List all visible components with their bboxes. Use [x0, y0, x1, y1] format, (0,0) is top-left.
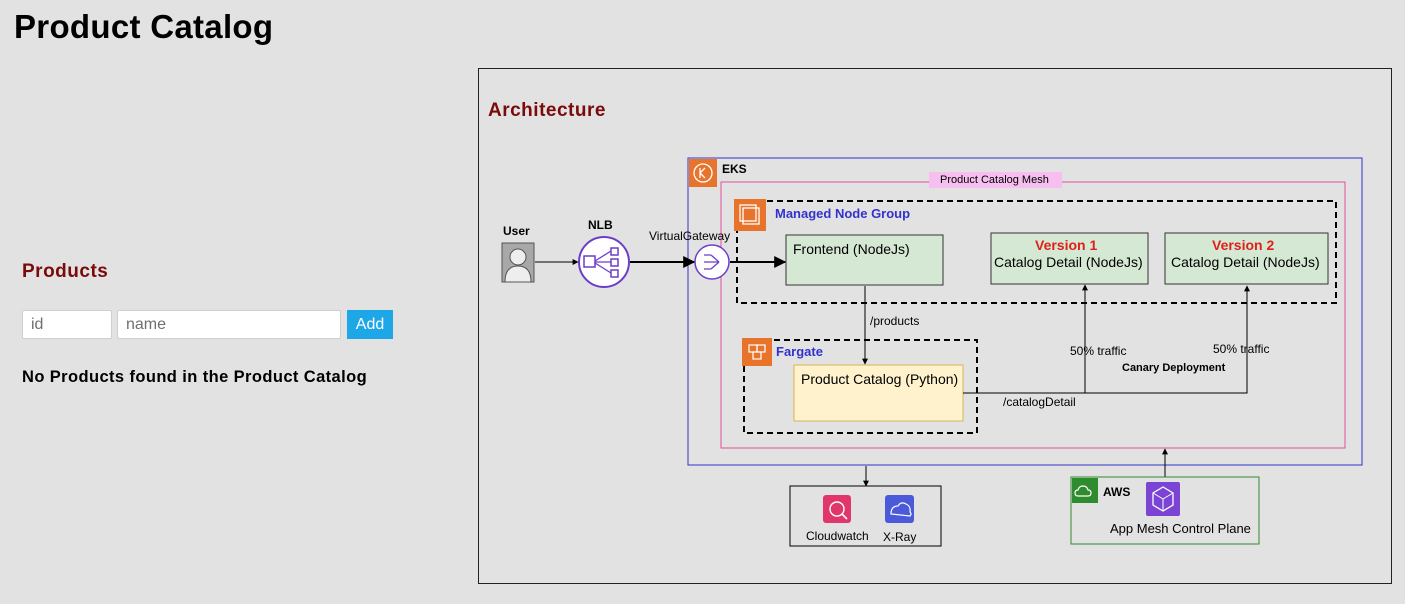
version2-title: Version 2: [1212, 237, 1275, 253]
version1-label: Catalog Detail (NodeJs): [994, 254, 1143, 270]
version2-label: Catalog Detail (NodeJs): [1171, 254, 1320, 270]
product-catalog-label: Product Catalog (Python): [801, 371, 959, 387]
canary-deployment-label: Canary Deployment: [1122, 362, 1226, 374]
user-icon: [501, 242, 535, 283]
frontend-label: Frontend (NodeJs): [793, 241, 910, 257]
aws-cloud-icon: [1072, 478, 1098, 503]
nlb-label: NLB: [588, 218, 613, 232]
user-label: User: [503, 224, 530, 238]
v1-traffic-label: 50% traffic: [1070, 344, 1127, 358]
virtual-gateway-label: VirtualGateway: [649, 229, 731, 243]
nlb-icon: [578, 236, 630, 288]
mesh-label: Product Catalog Mesh: [940, 174, 1049, 186]
eks-icon: [689, 159, 717, 187]
architecture-diagram: [501, 157, 1363, 547]
version1-title: Version 1: [1035, 237, 1098, 253]
fargate-label: Fargate: [776, 344, 823, 359]
v2-traffic-label: 50% traffic: [1213, 342, 1270, 356]
eks-cluster-box: [687, 157, 1363, 466]
app-mesh-icon: [1146, 482, 1180, 516]
products-path-label: /products: [870, 314, 920, 328]
catalog-detail-path-label: /catalogDetail: [1003, 395, 1076, 409]
aws-label: AWS: [1103, 485, 1131, 499]
fargate-icon: [742, 338, 772, 366]
ec2-icon: [734, 199, 766, 231]
cloudwatch-label: Cloudwatch: [806, 529, 869, 543]
xray-label: X-Ray: [883, 530, 917, 544]
eks-label: EKS: [722, 162, 747, 176]
control-plane-label: App Mesh Control Plane: [1110, 521, 1251, 536]
cloudwatch-icon: [823, 495, 851, 523]
virtual-gateway-icon: [694, 244, 730, 280]
xray-icon: [885, 495, 914, 523]
managed-node-group-label: Managed Node Group: [775, 206, 911, 221]
